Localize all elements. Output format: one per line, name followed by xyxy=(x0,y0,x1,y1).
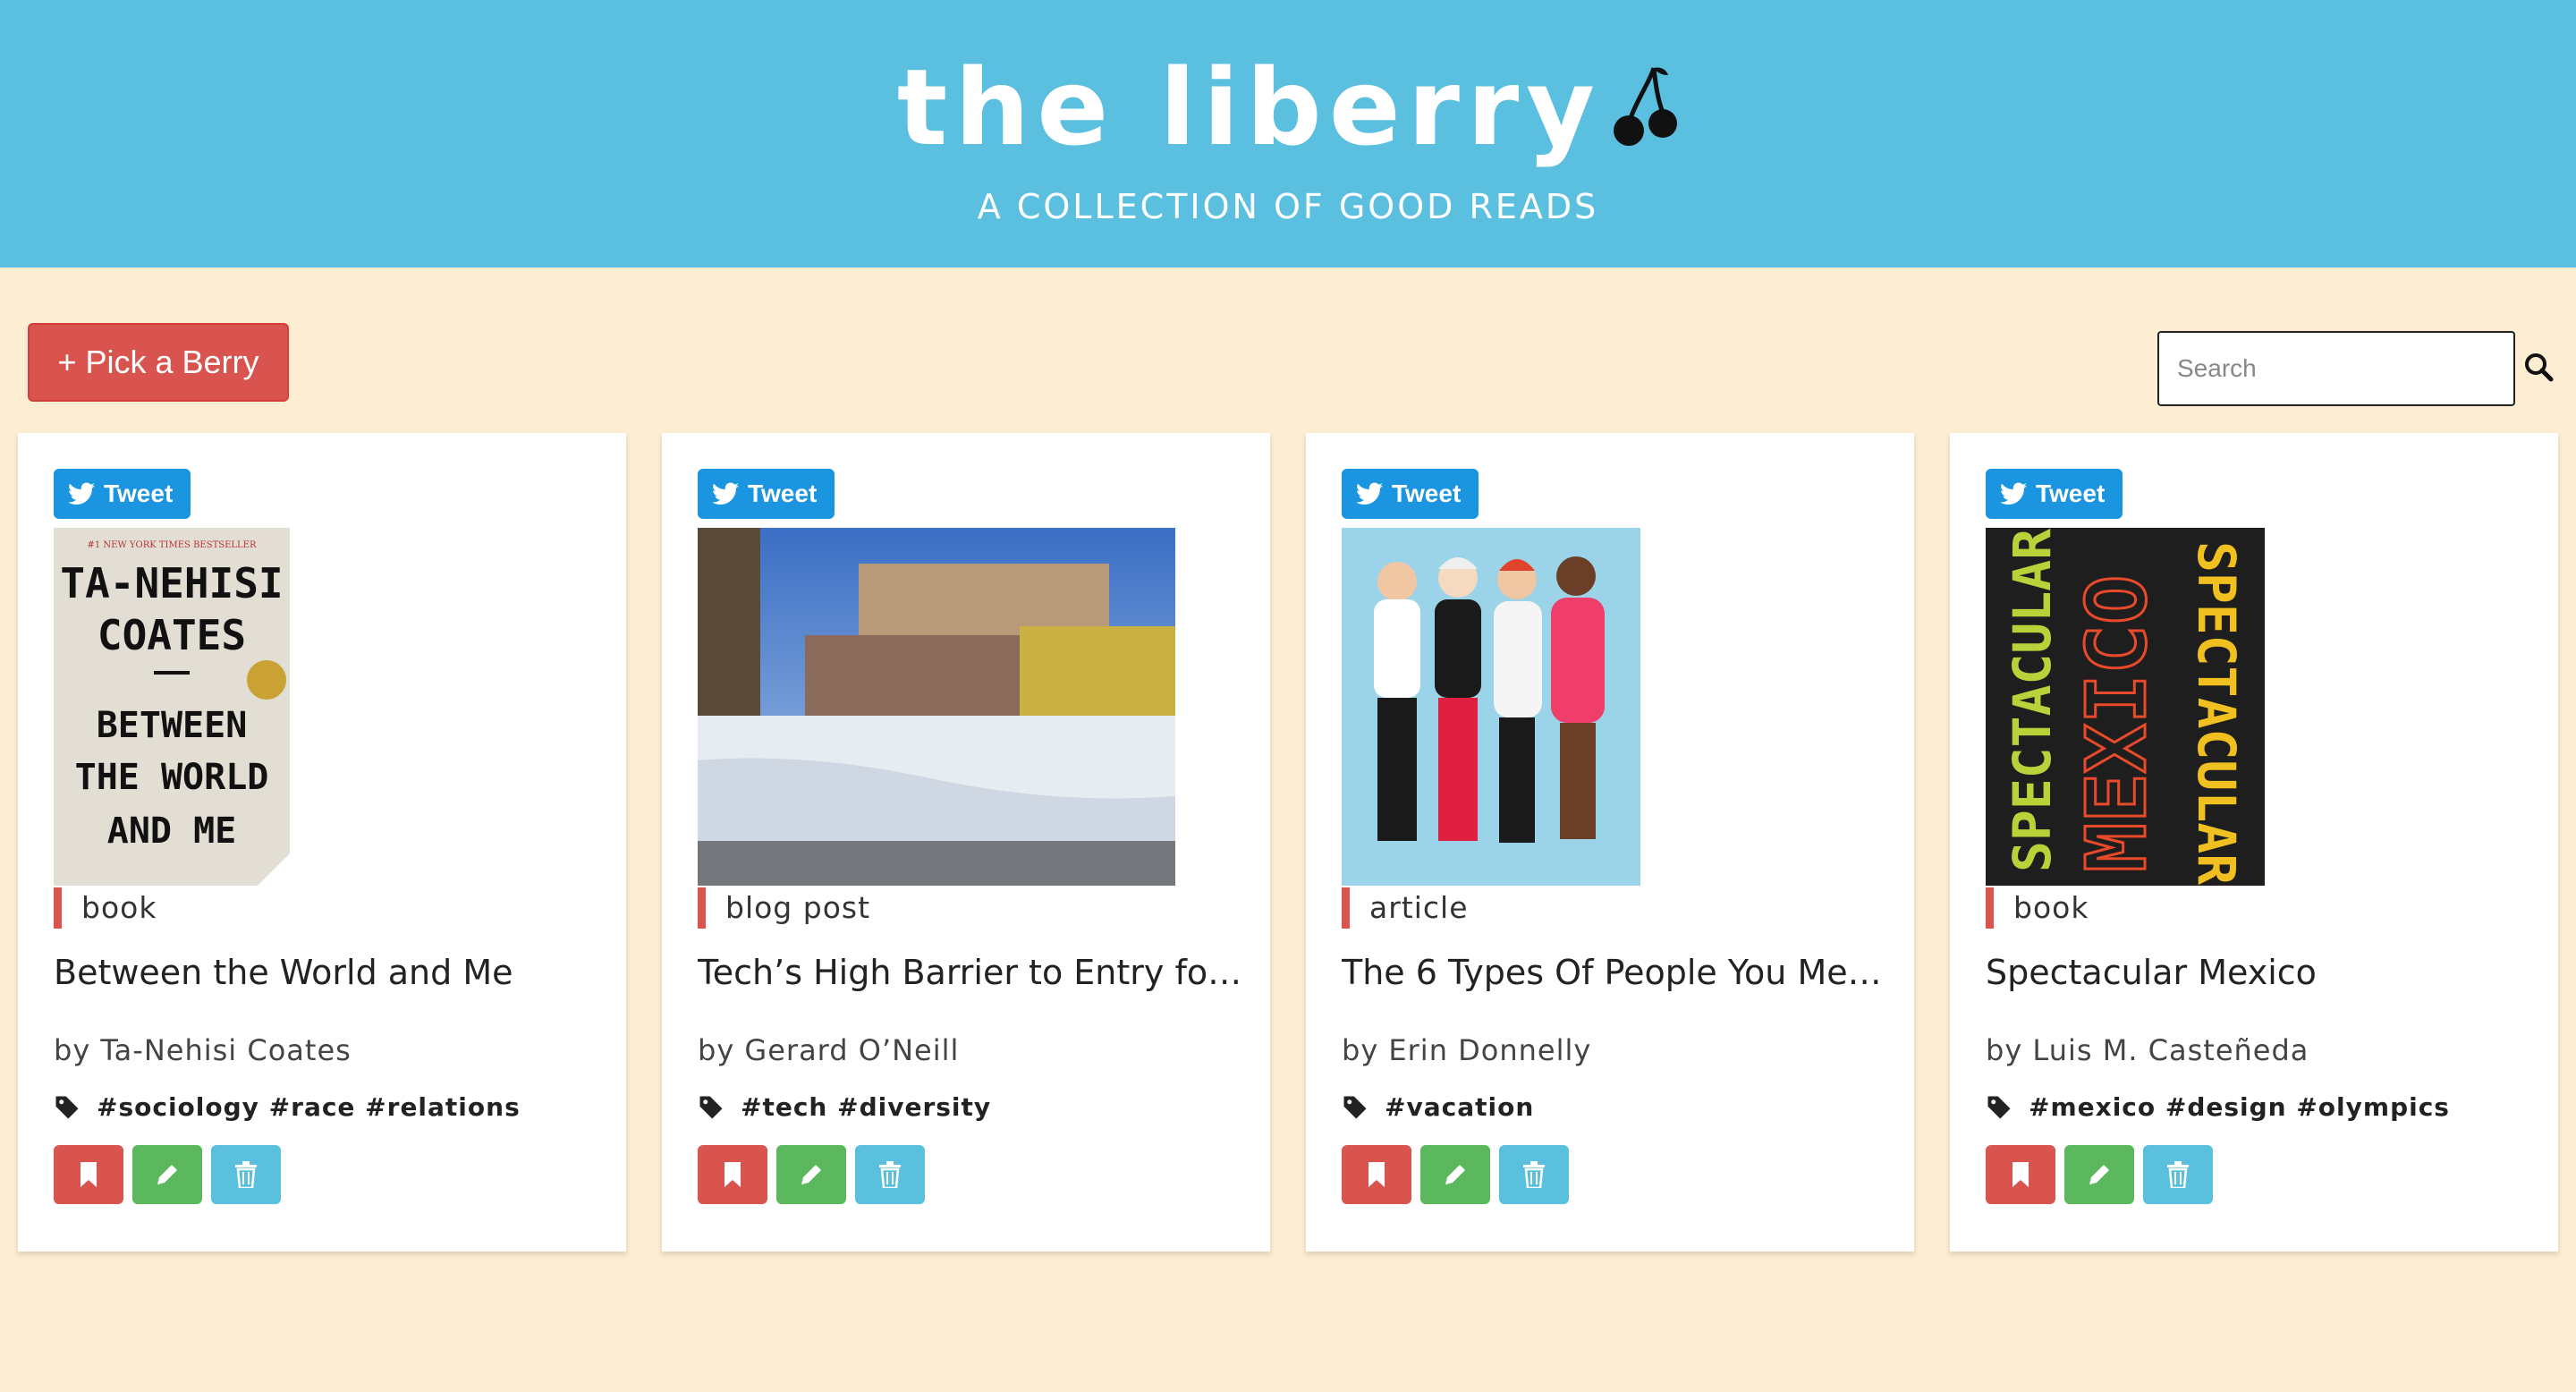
logo[interactable]: the liberry xyxy=(0,45,2576,178)
trash-icon xyxy=(1523,1161,1545,1188)
content-type-label: book xyxy=(1986,887,2089,929)
content-type-label: book xyxy=(54,887,157,929)
card-author: by Gerard O’Neill xyxy=(698,1033,960,1067)
bookmark-icon xyxy=(724,1162,741,1187)
edit-button[interactable] xyxy=(132,1145,202,1204)
illustration-image[interactable] xyxy=(1342,528,1640,886)
tweet-label: Tweet xyxy=(2036,480,2106,507)
bookmark-button[interactable] xyxy=(54,1145,123,1204)
site-subtitle: A COLLECTION OF GOOD READS xyxy=(977,187,1599,226)
card-tags[interactable]: #tech #diversity xyxy=(741,1092,991,1122)
bookmark-button[interactable] xyxy=(1342,1145,1411,1204)
bookmark-button[interactable] xyxy=(1986,1145,2055,1204)
card-tags[interactable]: #mexico #design #olympics xyxy=(2029,1092,2450,1122)
trash-icon xyxy=(235,1161,257,1188)
reading-card: Tweet article The 6 Types Of People You … xyxy=(1306,433,1914,1252)
pick-a-berry-button[interactable]: + Pick a Berry xyxy=(28,323,289,402)
tweet-label: Tweet xyxy=(1392,480,1462,507)
tweet-button[interactable]: Tweet xyxy=(1986,469,2123,519)
card-title[interactable]: Spectacular Mexico xyxy=(1986,950,2531,995)
twitter-bird-icon xyxy=(2000,482,2027,505)
tag-icon xyxy=(55,1096,79,1118)
bookmark-icon xyxy=(1368,1162,1385,1187)
trash-icon xyxy=(2167,1161,2189,1188)
reading-card: Tweet blog post Tech’s High Barrier to E… xyxy=(662,433,1270,1252)
twitter-bird-icon xyxy=(1356,482,1383,505)
card-title[interactable]: The 6 Types Of People You Meet On Vacati… xyxy=(1342,950,1887,995)
bookmark-icon xyxy=(2012,1162,2029,1187)
cherry-icon xyxy=(1611,53,1679,178)
tweet-button[interactable]: Tweet xyxy=(1342,469,1479,519)
reading-card: Tweet #1 NEW YORK TIMES BESTSELLER TA-NE… xyxy=(18,433,626,1252)
cover-title-left: SPECTACULAR xyxy=(2002,529,2063,872)
cover-author-last: COATES xyxy=(97,611,246,659)
cover-title-1: BETWEEN xyxy=(97,705,248,746)
cover-title-3: AND ME xyxy=(107,811,237,852)
pencil-icon xyxy=(157,1165,177,1184)
pencil-icon xyxy=(801,1165,821,1184)
delete-button[interactable] xyxy=(1499,1145,1569,1204)
card-author: by Erin Donnelly xyxy=(1342,1033,1592,1067)
search-input[interactable] xyxy=(2157,331,2515,406)
bookmark-button[interactable] xyxy=(698,1145,767,1204)
site-header: the liberry A COLLECTION OF GOOD READS xyxy=(0,0,2576,267)
bookmark-icon xyxy=(80,1162,97,1187)
cover-title-right: SPECTACULAR xyxy=(2186,541,2247,885)
tweet-button[interactable]: Tweet xyxy=(54,469,191,519)
tag-icon xyxy=(1987,1096,2011,1118)
book-cover-image[interactable]: SPECTACULAR MEXICO SPECTACULAR xyxy=(1986,528,2265,886)
cover-bestseller: #1 NEW YORK TIMES BESTSELLER xyxy=(87,540,256,550)
twitter-bird-icon xyxy=(712,482,739,505)
card-author: by Luis M. Casteñeda xyxy=(1986,1033,2309,1067)
cover-author-first: TA-NEHISI xyxy=(60,559,283,607)
content-type-label: article xyxy=(1342,887,1469,929)
tag-icon xyxy=(699,1096,723,1118)
tweet-button[interactable]: Tweet xyxy=(698,469,835,519)
edit-button[interactable] xyxy=(2064,1145,2134,1204)
tweet-label: Tweet xyxy=(748,480,818,507)
card-tags[interactable]: #vacation xyxy=(1385,1092,1534,1122)
delete-button[interactable] xyxy=(855,1145,925,1204)
reading-card: Tweet SPECTACULAR MEXICO SPECTACULAR boo… xyxy=(1950,433,2558,1252)
tag-icon xyxy=(1343,1096,1367,1118)
trash-icon xyxy=(879,1161,901,1188)
card-author: by Ta-Nehisi Coates xyxy=(54,1033,352,1067)
search-icon[interactable] xyxy=(2522,351,2555,383)
tweet-label: Tweet xyxy=(104,480,174,507)
pencil-icon xyxy=(2089,1165,2109,1184)
delete-button[interactable] xyxy=(2143,1145,2213,1204)
snowy-street-image[interactable] xyxy=(698,528,1175,886)
edit-button[interactable] xyxy=(1420,1145,1490,1204)
pencil-icon xyxy=(1445,1165,1465,1184)
logo-text: the liberry xyxy=(896,46,1603,169)
card-title[interactable]: Between the World and Me xyxy=(54,950,599,995)
delete-button[interactable] xyxy=(211,1145,281,1204)
book-cover-image[interactable]: #1 NEW YORK TIMES BESTSELLER TA-NEHISI C… xyxy=(54,528,290,886)
cover-title-2: THE WORLD xyxy=(75,757,269,798)
content-type-label: blog post xyxy=(698,887,870,929)
cover-title-center: MEXICO xyxy=(2069,575,2165,872)
twitter-bird-icon xyxy=(68,482,95,505)
edit-button[interactable] xyxy=(776,1145,846,1204)
card-title[interactable]: Tech’s High Barrier to Entry for the Und… xyxy=(698,950,1243,995)
card-tags[interactable]: #sociology #race #relations xyxy=(97,1092,521,1122)
